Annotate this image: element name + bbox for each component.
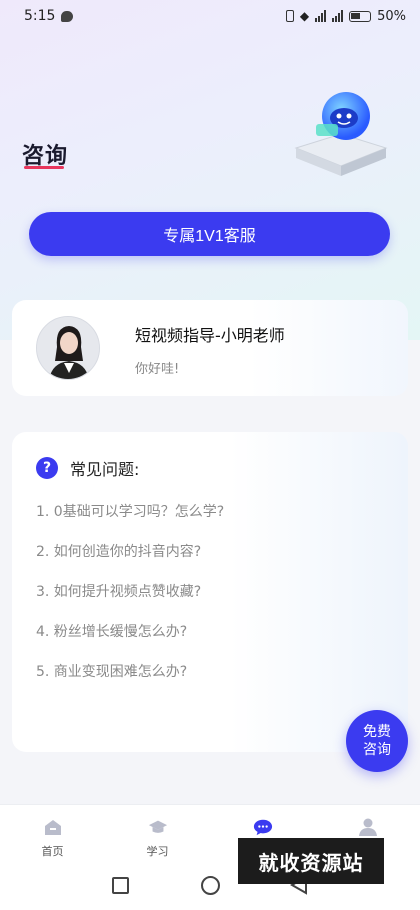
faq-item[interactable]: 1. 0基础可以学习吗？怎么学? bbox=[36, 502, 224, 542]
teacher-avatar bbox=[36, 316, 100, 380]
free-consult-button[interactable]: 免费 咨询 bbox=[346, 710, 408, 772]
teacher-card[interactable]: 短视频指导-小明老师 你好哇! bbox=[12, 300, 408, 396]
signal-icon-2 bbox=[332, 10, 344, 22]
signal-icon bbox=[315, 10, 327, 22]
status-right: ◆ 50% bbox=[285, 8, 406, 24]
watermark: 就收资源站 bbox=[238, 838, 384, 884]
faq-list: 1. 0基础可以学习吗？怎么学? 2. 如何创造你的抖音内容? 3. 如何提升视… bbox=[36, 502, 224, 702]
faq-header: ? 常见问题: bbox=[36, 456, 139, 480]
faq-title: 常见问题: bbox=[70, 460, 140, 479]
faq-card: ? 常见问题: 1. 0基础可以学习吗？怎么学? 2. 如何创造你的抖音内容? … bbox=[12, 432, 408, 752]
home-icon bbox=[43, 817, 63, 837]
battery-percent: 50% bbox=[377, 8, 406, 24]
tab-home-label: 首页 bbox=[41, 845, 64, 858]
message-notification-icon bbox=[61, 10, 74, 22]
recent-apps-icon[interactable] bbox=[112, 877, 129, 894]
teacher-name: 短视频指导-小明老师 bbox=[135, 326, 285, 345]
free-consult-line1: 免费 bbox=[363, 724, 391, 740]
tab-study-label: 学习 bbox=[146, 845, 169, 858]
free-consult-line2: 咨询 bbox=[363, 742, 391, 758]
faq-item[interactable]: 5. 商业变现困难怎么办? bbox=[36, 662, 224, 702]
tab-study[interactable]: 学习 bbox=[105, 805, 210, 866]
faq-item[interactable]: 2. 如何创造你的抖音内容? bbox=[36, 542, 224, 582]
status-bar: 5:15 ◆ 50% bbox=[0, 0, 420, 32]
title-underline bbox=[24, 166, 64, 169]
exclusive-service-button[interactable]: 专属1V1客服 bbox=[29, 212, 390, 256]
vibrate-icon bbox=[285, 10, 294, 22]
user-icon bbox=[358, 817, 378, 837]
wifi-icon: ◆ bbox=[299, 9, 310, 23]
tab-home[interactable]: 首页 bbox=[0, 805, 105, 866]
question-icon: ? bbox=[36, 457, 58, 479]
status-left: 5:15 bbox=[24, 8, 74, 24]
teacher-message: 你好哇! bbox=[135, 362, 180, 377]
faq-item[interactable]: 4. 粉丝增长缓慢怎么办? bbox=[36, 622, 224, 662]
battery-icon bbox=[349, 10, 372, 22]
graduation-cap-icon bbox=[148, 817, 168, 837]
robot-mascot-icon bbox=[294, 92, 388, 176]
faq-item[interactable]: 3. 如何提升视频点赞收藏? bbox=[36, 582, 224, 622]
status-time: 5:15 bbox=[24, 8, 56, 24]
chat-bubble-icon bbox=[253, 817, 273, 837]
home-nav-icon[interactable] bbox=[201, 876, 220, 895]
person-avatar-icon bbox=[37, 317, 99, 379]
